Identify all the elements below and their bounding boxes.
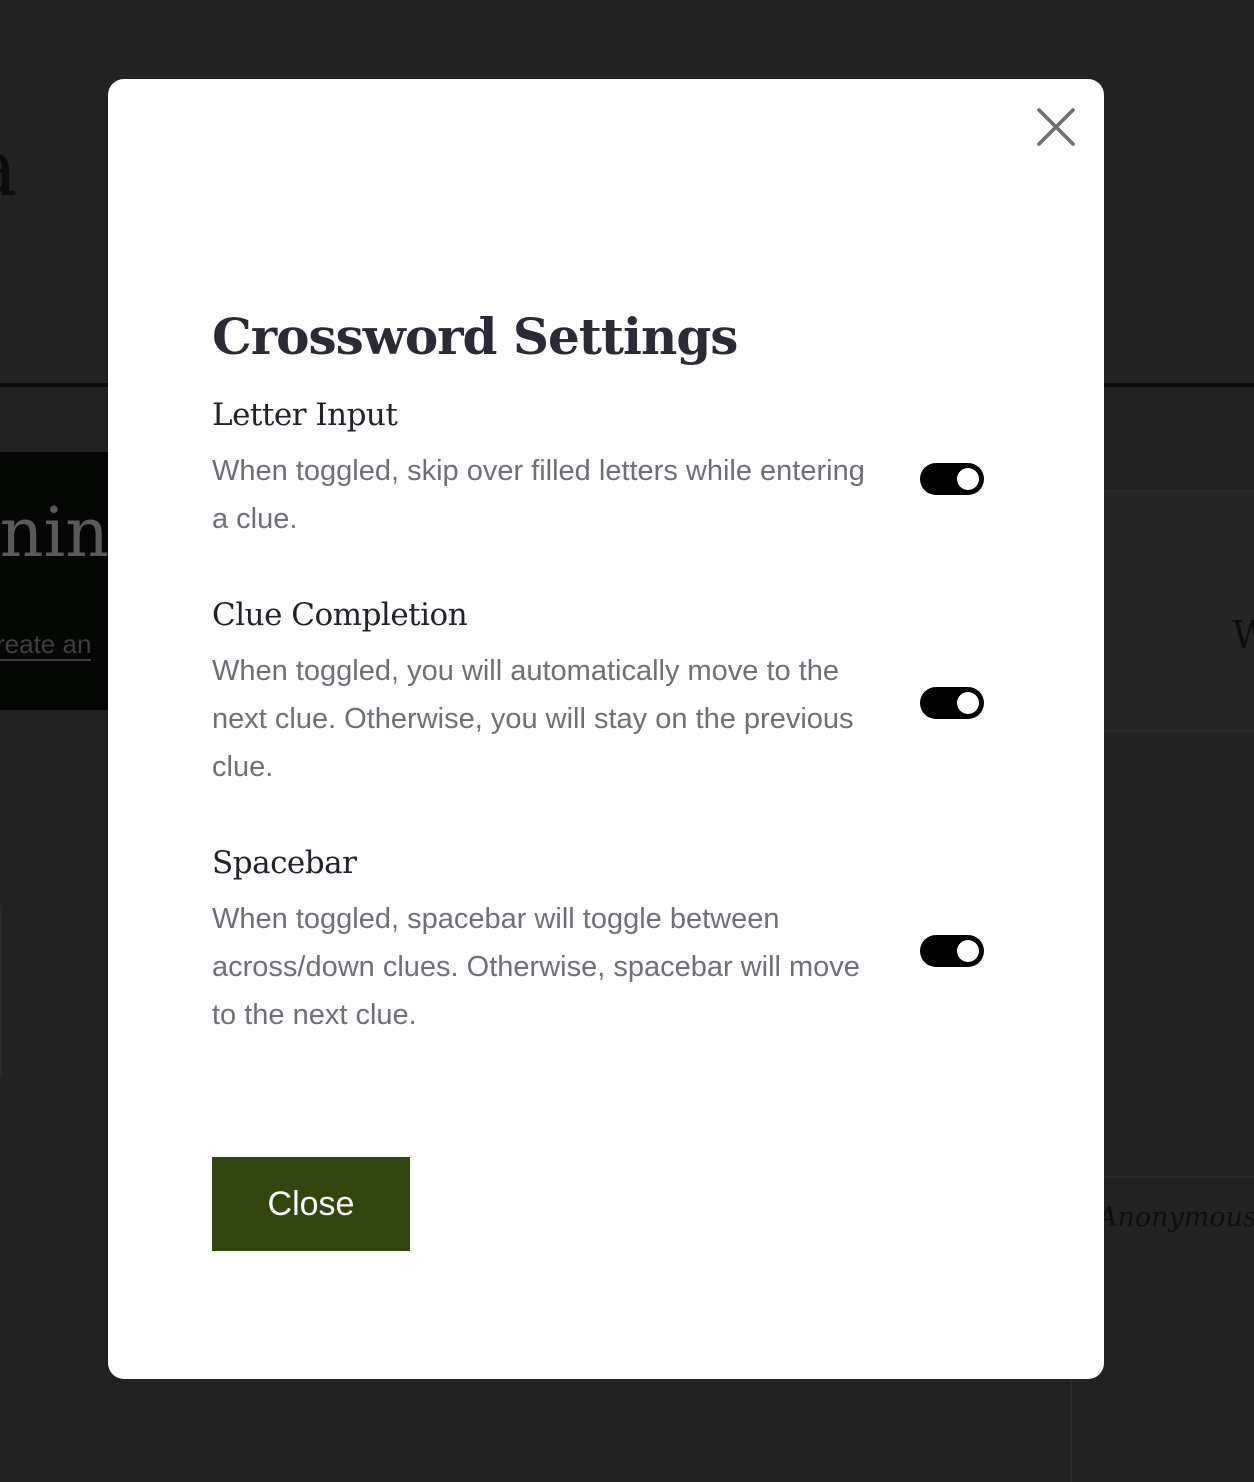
toggle-knob: [957, 940, 979, 962]
background-hero-banner: [0, 452, 116, 710]
setting-label: Letter Input: [212, 397, 398, 433]
close-button[interactable]: Close: [212, 1157, 410, 1251]
settings-modal: Crossword Settings Letter Input When tog…: [108, 79, 1104, 1379]
letter-input-toggle[interactable]: [920, 463, 984, 495]
setting-spacebar: Spacebar When toggled, spacebar will tog…: [212, 845, 1002, 1031]
toggle-knob: [957, 468, 979, 490]
background-divider-right: [1104, 1176, 1254, 1178]
clue-completion-toggle[interactable]: [920, 687, 984, 719]
setting-label: Spacebar: [212, 845, 357, 881]
background-hero-title: inin: [0, 494, 110, 573]
setting-letter-input: Letter Input When toggled, skip over fil…: [212, 397, 1002, 535]
toggle-knob: [957, 692, 979, 714]
background-author-fragment: Anonymous c: [1098, 1202, 1254, 1233]
background-column-border: [1070, 1378, 1072, 1482]
setting-description: When toggled, spacebar will toggle betwe…: [212, 903, 860, 1031]
background-heading-fragment: a: [0, 128, 18, 208]
setting-label: Clue Completion: [212, 597, 468, 633]
setting-description: When toggled, you will automatically mov…: [212, 655, 854, 783]
setting-description: When toggled, skip over filled letters w…: [212, 455, 865, 535]
background-side-panel: [1104, 490, 1254, 732]
background-column-border-left: [0, 905, 2, 1075]
close-icon[interactable]: [1034, 105, 1078, 149]
spacebar-toggle[interactable]: [920, 935, 984, 967]
setting-clue-completion: Clue Completion When toggled, you will a…: [212, 597, 1002, 783]
modal-title: Crossword Settings: [212, 307, 738, 366]
background-hero-link: reate an: [0, 630, 92, 661]
background-side-heading-fragment: W: [1232, 613, 1254, 657]
